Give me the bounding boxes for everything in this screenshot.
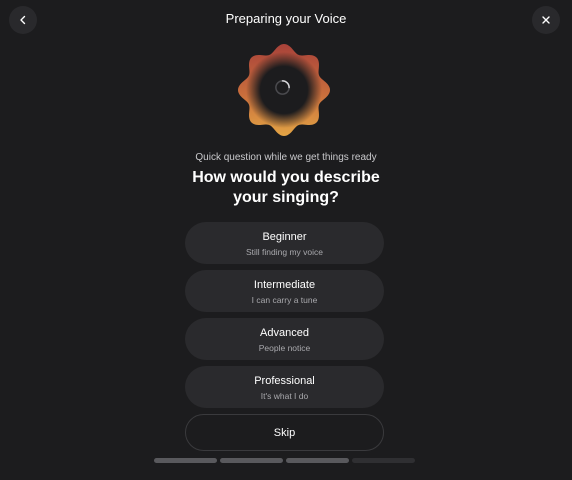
top-bar: Preparing your Voice (0, 0, 572, 40)
skip-label: Skip (273, 427, 296, 439)
option-description: Still finding my voice (245, 247, 323, 257)
option-description: People notice (258, 343, 311, 353)
progress-segment (286, 458, 349, 463)
progress-segment (352, 458, 415, 463)
option-description: It's what I do (260, 391, 309, 401)
close-icon (542, 16, 550, 24)
option-description: I can carry a tune (251, 295, 318, 305)
close-button[interactable] (532, 6, 560, 34)
option-label: Beginner (262, 231, 307, 243)
option-intermediate[interactable]: Intermediate I can carry a tune (185, 270, 384, 312)
question-heading: How would you describe your singing? (0, 168, 572, 208)
page-title: Preparing your Voice (225, 11, 347, 26)
option-professional[interactable]: Professional It's what I do (185, 366, 384, 408)
skip-button[interactable]: Skip (185, 414, 384, 451)
option-label: Advanced (260, 327, 309, 339)
prompt-subtitle: Quick question while we get things ready (195, 152, 377, 163)
option-label: Professional (254, 375, 315, 387)
progress-segment (220, 458, 283, 463)
progress-segment (154, 458, 217, 463)
question-line-2: your singing? (233, 189, 339, 206)
option-advanced[interactable]: Advanced People notice (185, 318, 384, 360)
loading-spinner-icon (275, 80, 290, 95)
progress-bar (154, 458, 416, 463)
question-line-1: How would you describe (192, 169, 380, 186)
option-beginner[interactable]: Beginner Still finding my voice (185, 222, 384, 264)
option-label: Intermediate (253, 279, 316, 291)
